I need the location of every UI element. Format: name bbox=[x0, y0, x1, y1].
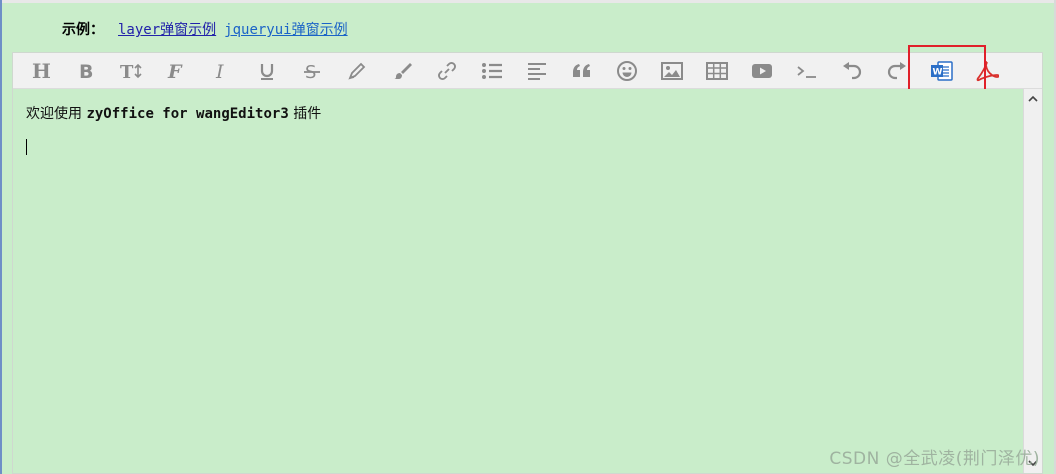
table-icon bbox=[705, 61, 728, 80]
welcome-line: 欢迎使用 zyOffice for wangEditor3 插件 bbox=[26, 103, 321, 123]
svg-text:I: I bbox=[215, 61, 224, 81]
vertical-scrollbar[interactable] bbox=[1023, 89, 1042, 473]
background-color-icon bbox=[393, 62, 412, 79]
italic-button[interactable]: I bbox=[199, 53, 244, 88]
image-button[interactable] bbox=[649, 53, 694, 88]
jqueryui-dialog-link[interactable]: jqueryui弹窗示例 bbox=[224, 19, 347, 39]
text-caret bbox=[26, 139, 27, 155]
chevron-up-icon bbox=[1028, 95, 1038, 102]
underline-button[interactable] bbox=[244, 53, 289, 88]
list-icon bbox=[481, 62, 502, 79]
table-button[interactable] bbox=[694, 53, 739, 88]
editor-content-area[interactable]: 欢迎使用 zyOffice for wangEditor3 插件 bbox=[13, 89, 1022, 473]
watermark: CSDN @全武凌(荆门泽优) bbox=[829, 449, 1040, 469]
justify-icon bbox=[527, 62, 546, 80]
underline-icon bbox=[260, 63, 273, 80]
highlight-box bbox=[908, 45, 986, 95]
list-button[interactable] bbox=[469, 53, 514, 88]
text-color-button[interactable] bbox=[334, 53, 379, 88]
svg-text:B: B bbox=[79, 61, 93, 81]
italic-icon: I bbox=[215, 61, 224, 81]
examples-bar: 示例： layer弹窗示例 jqueryui弹窗示例 bbox=[62, 18, 356, 40]
rich-text-editor: H B T F I S W 欢迎使用 zyOffice for wangEdit… bbox=[12, 45, 1043, 474]
font-size-button[interactable]: T bbox=[109, 53, 154, 88]
font-size-icon: T bbox=[120, 62, 142, 81]
text-color-icon bbox=[347, 62, 365, 80]
undo-button[interactable] bbox=[829, 53, 874, 88]
quote-icon bbox=[572, 63, 590, 77]
bold-button[interactable]: B bbox=[64, 53, 109, 88]
header-icon: H bbox=[32, 61, 51, 81]
redo-icon bbox=[887, 61, 906, 79]
font-family-button[interactable]: F bbox=[154, 53, 199, 88]
window-left-border bbox=[0, 0, 2, 474]
justify-button[interactable] bbox=[514, 53, 559, 88]
video-icon bbox=[751, 63, 772, 78]
svg-text:F: F bbox=[167, 61, 183, 81]
strikethrough-button[interactable]: S bbox=[289, 53, 334, 88]
scroll-up-button[interactable] bbox=[1027, 93, 1039, 105]
bold-icon: B bbox=[79, 61, 93, 81]
code-icon bbox=[796, 65, 816, 78]
link-icon bbox=[437, 61, 456, 80]
emoticon-button[interactable] bbox=[604, 53, 649, 88]
link-button[interactable] bbox=[424, 53, 469, 88]
welcome-suffix: 插件 bbox=[288, 106, 322, 122]
welcome-product: zyOffice for wangEditor3 bbox=[86, 106, 289, 122]
header-button[interactable]: H bbox=[19, 53, 64, 88]
emoticon-icon bbox=[616, 60, 637, 81]
examples-label: 示例： bbox=[62, 22, 104, 38]
video-button[interactable] bbox=[739, 53, 784, 88]
background-color-button[interactable] bbox=[379, 53, 424, 88]
editor-toolbar: H B T F I S W bbox=[13, 45, 1042, 95]
font-family-icon: F bbox=[167, 61, 183, 81]
undo-icon bbox=[842, 61, 861, 79]
layer-dialog-link[interactable]: layer弹窗示例 bbox=[118, 19, 216, 39]
quote-button[interactable] bbox=[559, 53, 604, 88]
svg-text:H: H bbox=[32, 61, 51, 81]
code-button[interactable] bbox=[784, 53, 829, 88]
svg-text:T: T bbox=[120, 62, 134, 81]
image-icon bbox=[660, 61, 683, 80]
welcome-prefix: 欢迎使用 bbox=[26, 106, 87, 122]
strikethrough-icon: S bbox=[303, 62, 320, 81]
window-top-border bbox=[0, 0, 1056, 3]
